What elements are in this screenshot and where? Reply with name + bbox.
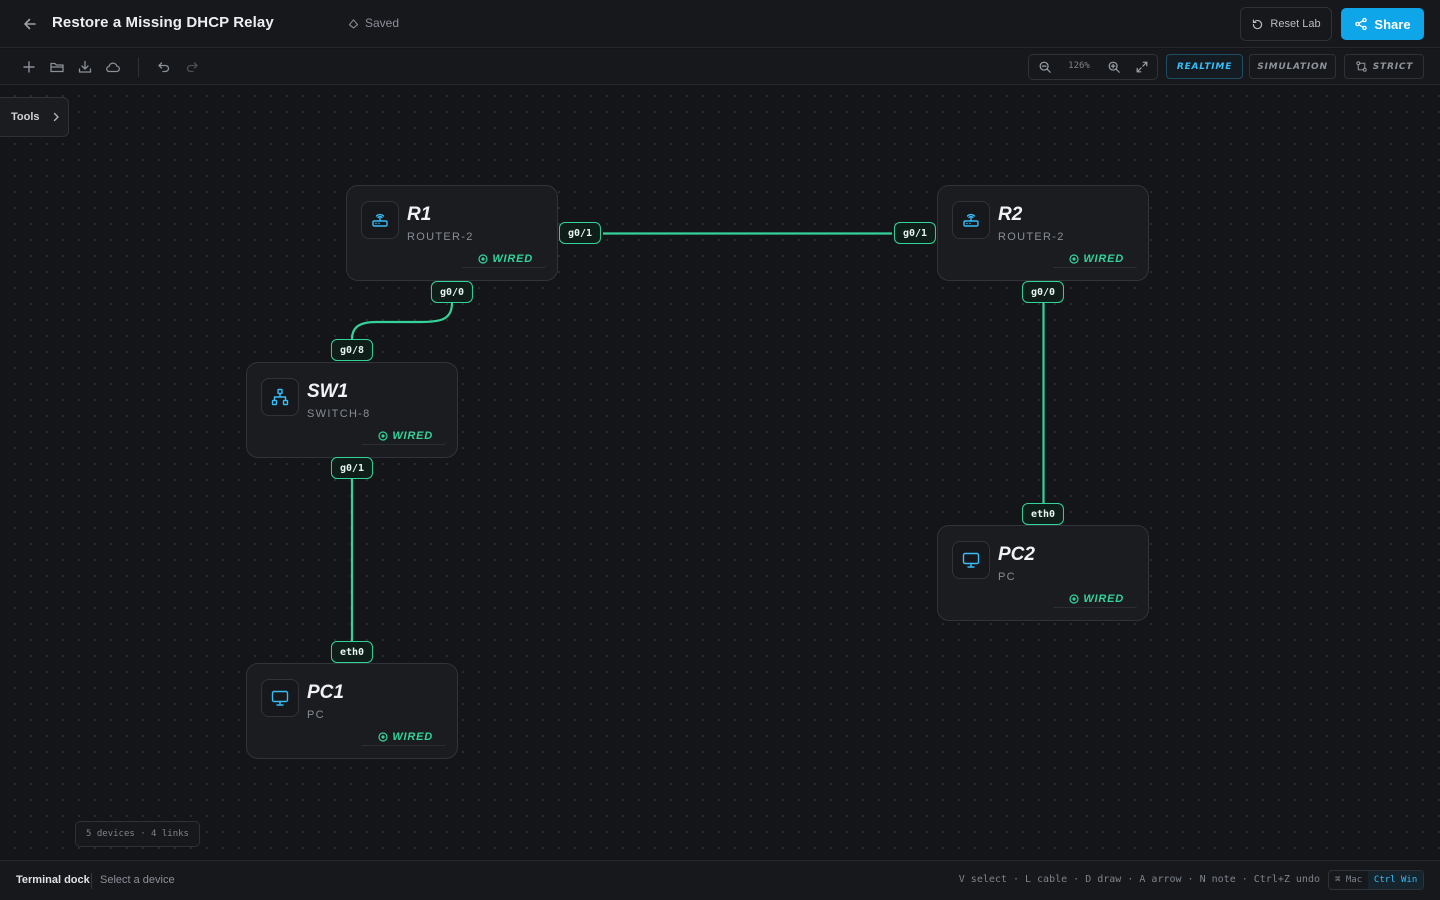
open-folder-icon[interactable]: [49, 59, 65, 75]
monitor-icon: [952, 541, 990, 579]
zoom-controls: 126%: [1028, 54, 1158, 80]
toolbar: 126% REALTIME SIMULATION STRICT: [0, 49, 1440, 85]
terminal-dock-label[interactable]: Terminal dock: [16, 874, 90, 886]
port-r2-g0-0[interactable]: g0/0: [1021, 281, 1065, 303]
reset-lab-button[interactable]: Reset Lab: [1240, 7, 1332, 41]
status-badge: WIRED: [1053, 250, 1138, 268]
undo-icon[interactable]: [156, 59, 172, 75]
download-icon[interactable]: [77, 59, 93, 75]
cloud-check-icon: [348, 18, 359, 28]
device-name: PC1: [307, 682, 344, 703]
device-type: PC: [998, 571, 1016, 583]
status-badge: WIRED: [362, 427, 447, 445]
status-label: WIRED: [392, 730, 433, 743]
port-r1-g0-1[interactable]: g0/1: [558, 222, 602, 244]
device-node-r2[interactable]: R2 ROUTER-2 WIRED: [937, 185, 1149, 281]
zoom-in-icon[interactable]: [1107, 60, 1121, 74]
device-type: ROUTER-2: [998, 231, 1065, 243]
topology-canvas[interactable]: Tools R1 ROUTER-2 WIRED R2 ROUTER-2 WIRE…: [0, 85, 1440, 860]
status-label: WIRED: [1083, 592, 1124, 605]
device-type: PC: [307, 709, 325, 721]
device-type: ROUTER-2: [407, 231, 474, 243]
redo-icon[interactable]: [184, 59, 200, 75]
lab-title: Restore a Missing DHCP Relay: [52, 14, 274, 31]
app-header: Restore a Missing DHCP Relay Saved Reset…: [0, 0, 1440, 48]
status-badge: WIRED: [462, 250, 547, 268]
save-status: Saved: [347, 16, 399, 30]
device-node-sw1[interactable]: SW1 SWITCH-8 WIRED: [246, 362, 458, 458]
reset-icon: [1253, 18, 1263, 29]
status-badge: WIRED: [362, 728, 447, 746]
tools-label: Tools: [11, 111, 40, 123]
port-r1-g0-0[interactable]: g0/0: [430, 281, 474, 303]
toolbar-divider: [138, 57, 139, 77]
router-icon: [952, 201, 990, 239]
mode-simulation-button[interactable]: SIMULATION: [1249, 54, 1336, 79]
add-icon[interactable]: [21, 59, 37, 75]
reset-lab-label: Reset Lab: [1270, 18, 1321, 30]
device-name: R2: [998, 204, 1023, 225]
status-dot-icon: [378, 731, 388, 742]
port-sw1-g0-1[interactable]: g0/1: [330, 457, 374, 479]
os-mac-option[interactable]: ⌘ Mac: [1329, 871, 1368, 889]
port-sw1-g0-8[interactable]: g0/8: [330, 339, 374, 361]
cloud-icon[interactable]: [105, 59, 121, 75]
mode-realtime-label: REALTIME: [1176, 61, 1233, 72]
status-label: WIRED: [1083, 252, 1124, 265]
status-label: WIRED: [392, 429, 433, 442]
zoom-out-icon[interactable]: [1038, 60, 1052, 74]
status-label: WIRED: [492, 252, 533, 265]
links-layer: [350, 232, 1045, 641]
device-name: R1: [407, 204, 432, 225]
mode-strict-button[interactable]: STRICT: [1344, 54, 1424, 79]
mode-realtime-button[interactable]: REALTIME: [1166, 54, 1243, 79]
strict-mode-icon: [1356, 61, 1367, 72]
topology-stats: 5 devices · 4 links: [75, 821, 200, 847]
mode-strict-label: STRICT: [1372, 61, 1414, 72]
status-dot-icon: [1069, 253, 1079, 264]
os-shortcut-toggle: ⌘ Mac Ctrl Win: [1328, 870, 1424, 890]
device-node-r1[interactable]: R1 ROUTER-2 WIRED: [346, 185, 558, 281]
port-r2-g0-1[interactable]: g0/1: [893, 222, 937, 244]
tools-panel-toggle[interactable]: Tools: [0, 97, 69, 137]
share-button[interactable]: Share: [1341, 8, 1424, 40]
device-type: SWITCH-8: [307, 408, 371, 420]
mode-simulation-label: SIMULATION: [1257, 61, 1328, 72]
chevron-right-icon: [53, 112, 59, 122]
port-pc1-eth0[interactable]: eth0: [330, 641, 374, 663]
monitor-icon: [261, 679, 299, 717]
keyboard-shortcuts: V select · L cable · D draw · A arrow · …: [958, 874, 1320, 885]
router-icon: [361, 201, 399, 239]
os-win-option[interactable]: Ctrl Win: [1368, 871, 1423, 889]
status-badge: WIRED: [1053, 590, 1138, 608]
status-dot-icon: [478, 253, 488, 264]
device-node-pc2[interactable]: PC2 PC WIRED: [937, 525, 1149, 621]
switch-icon: [261, 378, 299, 416]
status-dot-icon: [1069, 593, 1079, 604]
save-status-label: Saved: [365, 16, 400, 30]
zoom-level[interactable]: 126%: [1061, 61, 1097, 71]
device-node-pc1[interactable]: PC1 PC WIRED: [246, 663, 458, 759]
back-arrow-icon[interactable]: [20, 14, 40, 34]
device-name: PC2: [998, 544, 1035, 565]
fit-screen-icon[interactable]: [1135, 60, 1149, 74]
port-pc2-eth0[interactable]: eth0: [1021, 503, 1065, 525]
share-label: Share: [1374, 16, 1411, 32]
device-name: SW1: [307, 381, 349, 402]
dock-hint: Select a device: [100, 874, 175, 886]
footer-divider: [91, 873, 92, 889]
link-r1-sw1[interactable]: [350, 302, 454, 340]
terminal-dock: Terminal dock Select a device V select ·…: [0, 860, 1440, 900]
share-icon: [1355, 17, 1368, 31]
status-dot-icon: [378, 430, 388, 441]
